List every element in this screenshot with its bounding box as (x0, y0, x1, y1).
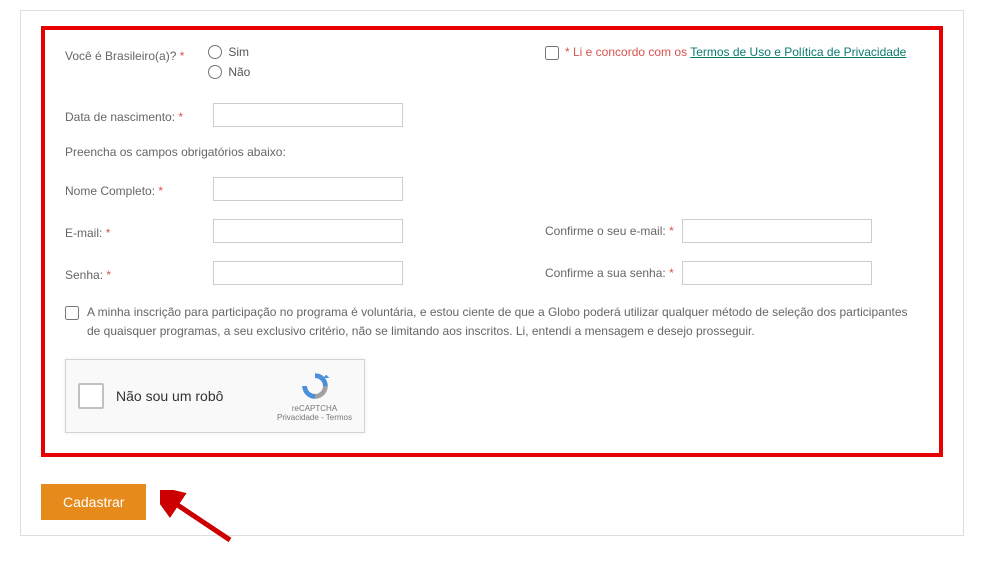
radio-yes-input[interactable] (208, 45, 222, 59)
section-note: Preencha os campos obrigatórios abaixo: (65, 145, 919, 159)
brazilian-label: Você é Brasileiro(a)? * (65, 45, 205, 63)
birthdate-field: Data de nascimento: * (65, 103, 545, 127)
confirm-password-input[interactable] (682, 261, 872, 285)
terms-text: * Li e concordo com os Termos de Uso e P… (565, 45, 906, 59)
recaptcha-icon (299, 370, 331, 402)
password-input[interactable] (213, 261, 403, 285)
radio-yes[interactable]: Sim (208, 45, 250, 59)
row-email: E-mail: * Confirme o seu e-mail: * (65, 219, 919, 243)
email-label: E-mail: * (65, 222, 205, 240)
radio-no-input[interactable] (208, 65, 222, 79)
row-birthdate: Data de nascimento: * (65, 103, 919, 127)
required-asterisk: * (158, 184, 163, 198)
confirm-password-field: Confirme a sua senha: * (545, 261, 919, 285)
recaptcha-links: Privacidade - Termos (277, 413, 352, 422)
consent-row: A minha inscrição para participação no p… (65, 303, 919, 341)
radio-no[interactable]: Não (208, 65, 250, 79)
fullname-label: Nome Completo: * (65, 180, 205, 198)
email-field: E-mail: * (65, 219, 545, 243)
recaptcha-checkbox[interactable] (78, 383, 104, 409)
terms-checkbox[interactable] (545, 46, 559, 60)
row-password: Senha: * Confirme a sua senha: * (65, 261, 919, 285)
row-brazilian-terms: Você é Brasileiro(a)? * Sim Não (65, 45, 919, 85)
confirm-email-input[interactable] (682, 219, 872, 243)
highlighted-form-section: Você é Brasileiro(a)? * Sim Não (41, 26, 943, 457)
recaptcha-widget: Não sou um robô reCAPTCHA Privacidade - … (65, 359, 365, 433)
brazilian-radio-group: Sim Não (208, 45, 250, 85)
submit-button[interactable]: Cadastrar (41, 484, 146, 520)
consent-text: A minha inscrição para participação no p… (87, 303, 919, 341)
confirm-password-label: Confirme a sua senha: * (545, 266, 674, 280)
confirm-email-field: Confirme o seu e-mail: * (545, 219, 919, 243)
required-asterisk: * (180, 49, 185, 63)
email-input[interactable] (213, 219, 403, 243)
radio-no-label: Não (228, 65, 250, 79)
form-container: Você é Brasileiro(a)? * Sim Não (20, 10, 964, 536)
terms-link[interactable]: Termos de Uso e Política de Privacidade (690, 45, 906, 59)
recaptcha-label: Não sou um robô (116, 388, 265, 404)
recaptcha-brand: reCAPTCHA (277, 404, 352, 413)
consent-checkbox[interactable] (65, 306, 79, 320)
fullname-field: Nome Completo: * (65, 177, 545, 201)
fullname-input[interactable] (213, 177, 403, 201)
birthdate-label: Data de nascimento: * (65, 106, 205, 124)
password-field: Senha: * (65, 261, 545, 285)
recaptcha-logo: reCAPTCHA Privacidade - Termos (277, 370, 352, 422)
required-asterisk: * (669, 266, 674, 280)
password-label: Senha: * (65, 264, 205, 282)
radio-yes-label: Sim (228, 45, 249, 59)
required-asterisk: * (106, 226, 111, 240)
birthdate-input[interactable] (213, 103, 403, 127)
required-asterisk: * (106, 268, 111, 282)
terms-field: * Li e concordo com os Termos de Uso e P… (545, 45, 919, 60)
row-fullname: Nome Completo: * (65, 177, 919, 201)
brazilian-field: Você é Brasileiro(a)? * Sim Não (65, 45, 545, 85)
required-asterisk: * (178, 110, 183, 124)
confirm-email-label: Confirme o seu e-mail: * (545, 224, 674, 238)
required-asterisk: * (669, 224, 674, 238)
